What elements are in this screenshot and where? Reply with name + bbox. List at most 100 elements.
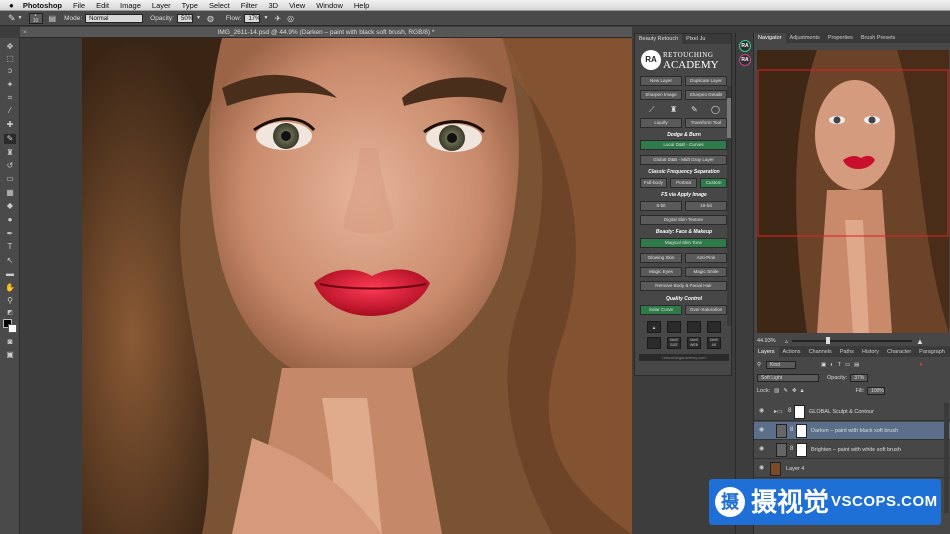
filter-toggle-icon[interactable]: ● — [919, 362, 922, 368]
8-bit-button[interactable]: 8-bit — [640, 201, 682, 211]
menu-window[interactable]: Window — [316, 1, 343, 10]
layer-row-darken[interactable]: ◉ 8 Darken – paint with black soft brush — [754, 422, 950, 440]
lock-all-icon[interactable]: 🔒︎ — [801, 388, 804, 395]
crop-icon[interactable] — [687, 321, 701, 333]
tab-history[interactable]: History — [858, 347, 883, 357]
type-icon[interactable] — [707, 321, 721, 333]
layer-thumbnail[interactable] — [770, 462, 781, 476]
panel-scroll-thumb[interactable] — [727, 98, 731, 138]
lasso-icon[interactable]: ◯ — [711, 105, 720, 114]
menu-app-name[interactable]: Photoshop — [23, 1, 62, 10]
shape-tool-icon[interactable]: ▬ — [4, 269, 16, 279]
layer-row-brighten[interactable]: ◉ 8 Brighten – paint with white soft bru… — [754, 441, 950, 459]
zoom-in-icon[interactable]: ▲ — [916, 337, 924, 346]
navigator-preview[interactable] — [757, 50, 949, 333]
tab-beauty-retouch[interactable]: Beauty Retouch — [635, 34, 683, 44]
pressure-size-icon[interactable]: ◎ — [287, 14, 294, 23]
layer-kind-select[interactable]: Kind — [766, 361, 797, 369]
tab-properties[interactable]: Properties — [824, 33, 857, 43]
visibility-eye-icon[interactable]: ◉ — [759, 427, 767, 433]
zoom-slider[interactable] — [792, 337, 913, 344]
local-db-curves-button[interactable]: Local D&B - Curves — [640, 140, 727, 150]
ra-panel-icon-2[interactable]: RA — [739, 54, 751, 66]
mode-select[interactable]: Normal — [85, 13, 144, 23]
frame-icon[interactable] — [667, 321, 681, 333]
visibility-eye-icon[interactable]: ◉ — [759, 446, 767, 452]
custom-button[interactable]: Custom — [700, 178, 727, 188]
over-saturation-button[interactable]: Over-Saturation — [685, 305, 727, 315]
menu-type[interactable]: Type — [182, 1, 198, 10]
portrait-button[interactable]: Portrait — [670, 178, 697, 188]
ra-panel-icon[interactable]: RA — [739, 40, 751, 52]
menu-select[interactable]: Select — [209, 1, 230, 10]
liquify-button[interactable]: Liquify — [640, 118, 682, 128]
default-colors-icon[interactable]: ◩ — [4, 308, 16, 318]
tab-character[interactable]: Character — [883, 347, 915, 357]
sharpen-details-button[interactable]: Sharpen Details — [685, 90, 727, 100]
layer-mask-thumbnail[interactable] — [796, 443, 807, 457]
filter-pixel-icon[interactable]: ▣ — [821, 362, 826, 368]
airbrush-icon[interactable]: ✈ — [274, 14, 281, 23]
tab-paths[interactable]: Paths — [836, 347, 858, 357]
layer-thumbnail[interactable] — [776, 424, 787, 438]
menu-image[interactable]: Image — [120, 1, 141, 10]
tab-adjustments[interactable]: Adjustments — [786, 33, 824, 43]
image-icon[interactable]: ▲ — [647, 321, 661, 333]
layer-mask-thumbnail[interactable] — [794, 405, 805, 419]
filter-shape-icon[interactable]: ▭ — [845, 362, 850, 368]
pencil-icon[interactable]: ✎ — [691, 105, 698, 114]
zoom-slider-handle[interactable] — [826, 337, 831, 344]
brush-icon[interactable]: ⟋ — [649, 105, 655, 115]
path-select-tool-icon[interactable]: ↖ — [4, 256, 16, 266]
blur-tool-icon[interactable]: ◆ — [4, 201, 16, 211]
layers-icon[interactable] — [647, 337, 661, 349]
opacity-field[interactable]: 50% — [176, 13, 193, 23]
filter-adjust-icon[interactable]: ◐ — [830, 362, 833, 368]
save-as-icon[interactable]: SAVE AS — [707, 337, 721, 349]
lock-position-icon[interactable]: ✥ — [792, 388, 797, 394]
global-db-button[interactable]: Global D&B - Midt Gray Layer — [640, 155, 727, 165]
eyedropper-tool-icon[interactable]: ⁄ — [4, 106, 16, 116]
layers-scrollbar[interactable] — [944, 403, 949, 513]
quick-mask-icon[interactable]: ◙ — [4, 337, 16, 347]
close-tab-icon[interactable]: × — [23, 27, 27, 38]
pressure-opacity-icon[interactable]: ◍ — [207, 14, 214, 23]
clone-stamp-tool-icon[interactable]: ♜ — [4, 148, 16, 158]
magic-smile-button[interactable]: Magic Smile — [685, 267, 727, 277]
visibility-eye-icon[interactable]: ◉ — [759, 465, 767, 471]
dodge-tool-icon[interactable]: ● — [4, 215, 16, 225]
solar-curve-button[interactable]: Solar Curve — [640, 305, 682, 315]
layer-thumbnail[interactable] — [776, 443, 787, 457]
quick-select-tool-icon[interactable]: ✦ — [4, 80, 16, 90]
zoom-tool-icon[interactable]: ⚲ — [4, 296, 16, 306]
screen-mode-icon[interactable]: ▣ — [4, 350, 16, 360]
digital-skin-texture-button[interactable]: Digital Skin Texture — [640, 215, 727, 225]
crop-tool-icon[interactable]: ⌗ — [4, 93, 16, 103]
blend-mode-select[interactable]: Soft Light — [757, 374, 819, 382]
healing-brush-tool-icon[interactable]: ✚ — [4, 120, 16, 130]
filter-smart-icon[interactable]: ▤ — [854, 362, 859, 368]
16-bit-button[interactable]: 16-bit — [685, 201, 727, 211]
menu-filter[interactable]: Filter — [241, 1, 258, 10]
remove-hair-button[interactable]: Remove Body & Facial Hair — [640, 281, 727, 291]
new-layer-button[interactable]: New Layer — [640, 76, 682, 86]
tab-actions[interactable]: Actions — [779, 347, 805, 357]
save-web-icon[interactable]: SAVE WEB — [687, 337, 701, 349]
pen-tool-icon[interactable]: ✒ — [4, 229, 16, 239]
brush-panel-icon[interactable]: ▤ — [49, 14, 57, 23]
tab-pixel-juggler[interactable]: Pixel Ju — [682, 34, 709, 44]
gradient-tool-icon[interactable]: ▦ — [4, 188, 16, 198]
lock-transparent-icon[interactable]: ▨ — [774, 388, 779, 394]
layer-fill-field[interactable]: 100% — [867, 387, 886, 395]
transform-tool-button[interactable]: Transform Tool — [685, 118, 727, 128]
glowing-skin-button[interactable]: Glowing Skin — [640, 253, 682, 263]
lasso-tool-icon[interactable]: ↄ — [4, 66, 16, 76]
filter-type-icon[interactable]: T — [838, 362, 841, 368]
layer-opacity-field[interactable]: 37% — [850, 374, 869, 382]
layer-mask-thumbnail[interactable] — [796, 424, 807, 438]
tab-navigator[interactable]: Navigator — [754, 33, 786, 43]
duplicate-layer-button[interactable]: Duplicate Layer — [685, 76, 727, 86]
menu-file[interactable]: File — [73, 1, 85, 10]
background-color-swatch[interactable] — [8, 324, 17, 333]
document-tab[interactable]: × IMG_2611-14.psd @ 44.9% (Darken – pain… — [20, 27, 632, 38]
